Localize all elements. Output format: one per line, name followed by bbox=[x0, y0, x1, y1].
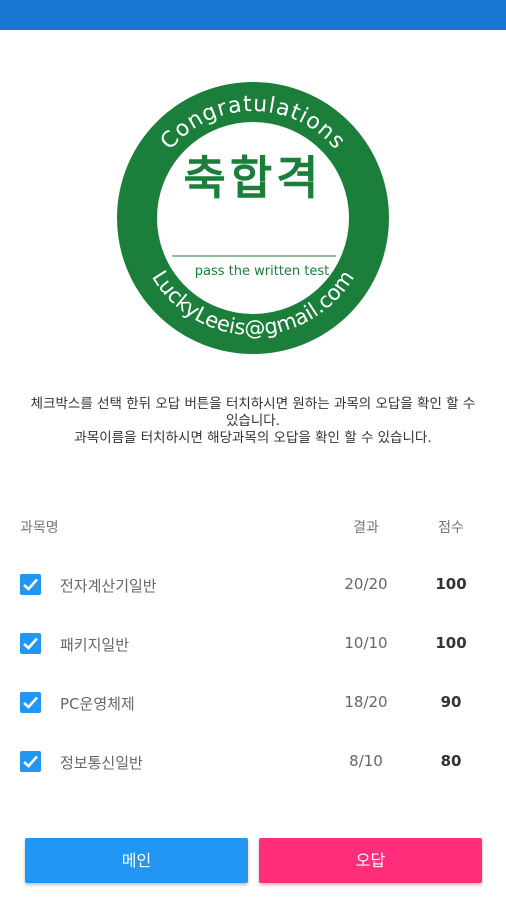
row-result: 18/20 bbox=[344, 693, 388, 711]
table-header: 과목명 결과 점수 bbox=[0, 512, 506, 542]
header-score: 점수 bbox=[438, 520, 464, 536]
row-score: 80 bbox=[440, 752, 462, 770]
row-checkbox[interactable] bbox=[20, 574, 41, 595]
row-checkbox[interactable] bbox=[20, 633, 41, 654]
row-result: 20/20 bbox=[344, 575, 388, 593]
row-result: 10/10 bbox=[344, 634, 388, 652]
table-row[interactable]: 정보통신일반 8/10 80 bbox=[0, 742, 506, 782]
row-subject[interactable]: 패키지일반 bbox=[60, 634, 129, 655]
app-bar bbox=[0, 0, 506, 30]
wrong-answers-button[interactable]: 오답 bbox=[259, 838, 482, 883]
row-subject[interactable]: 정보통신일반 bbox=[60, 752, 143, 773]
seal-sub-text: pass the written test bbox=[195, 264, 329, 279]
header-result: 결과 bbox=[353, 520, 379, 536]
header-subject: 과목명 bbox=[20, 520, 59, 536]
instructions-line-1: 체크박스를 선택 한뒤 오답 버튼을 터치하시면 원하는 과목의 오답을 확인 … bbox=[30, 396, 476, 429]
row-score: 90 bbox=[440, 693, 462, 711]
row-checkbox[interactable] bbox=[20, 751, 41, 772]
table-row[interactable]: 패키지일반 10/10 100 bbox=[0, 624, 506, 664]
row-subject[interactable]: PC운영체제 bbox=[60, 693, 135, 714]
seal-center-text: 축합격 bbox=[184, 151, 323, 205]
row-score: 100 bbox=[435, 634, 467, 652]
row-result: 8/10 bbox=[349, 752, 383, 770]
table-row[interactable]: PC운영체제 18/20 90 bbox=[0, 683, 506, 723]
congratulations-seal: Congratulations LuckyLeeis@gmail.com 축합격… bbox=[110, 82, 396, 354]
table-row[interactable]: 전자계산기일반 20/20 100 bbox=[0, 565, 506, 605]
row-checkbox[interactable] bbox=[20, 692, 41, 713]
instructions-line-2: 과목이름을 터치하시면 해당과목의 오답을 확인 할 수 있습니다. bbox=[74, 430, 432, 446]
main-button[interactable]: 메인 bbox=[25, 838, 248, 883]
row-subject[interactable]: 전자계산기일반 bbox=[60, 575, 157, 596]
check-icon bbox=[23, 578, 38, 591]
check-icon bbox=[23, 755, 38, 768]
check-icon bbox=[23, 637, 38, 650]
instructions: 체크박스를 선택 한뒤 오답 버튼을 터치하시면 원하는 과목의 오답을 확인 … bbox=[30, 396, 476, 447]
check-icon bbox=[23, 696, 38, 709]
row-score: 100 bbox=[435, 575, 467, 593]
